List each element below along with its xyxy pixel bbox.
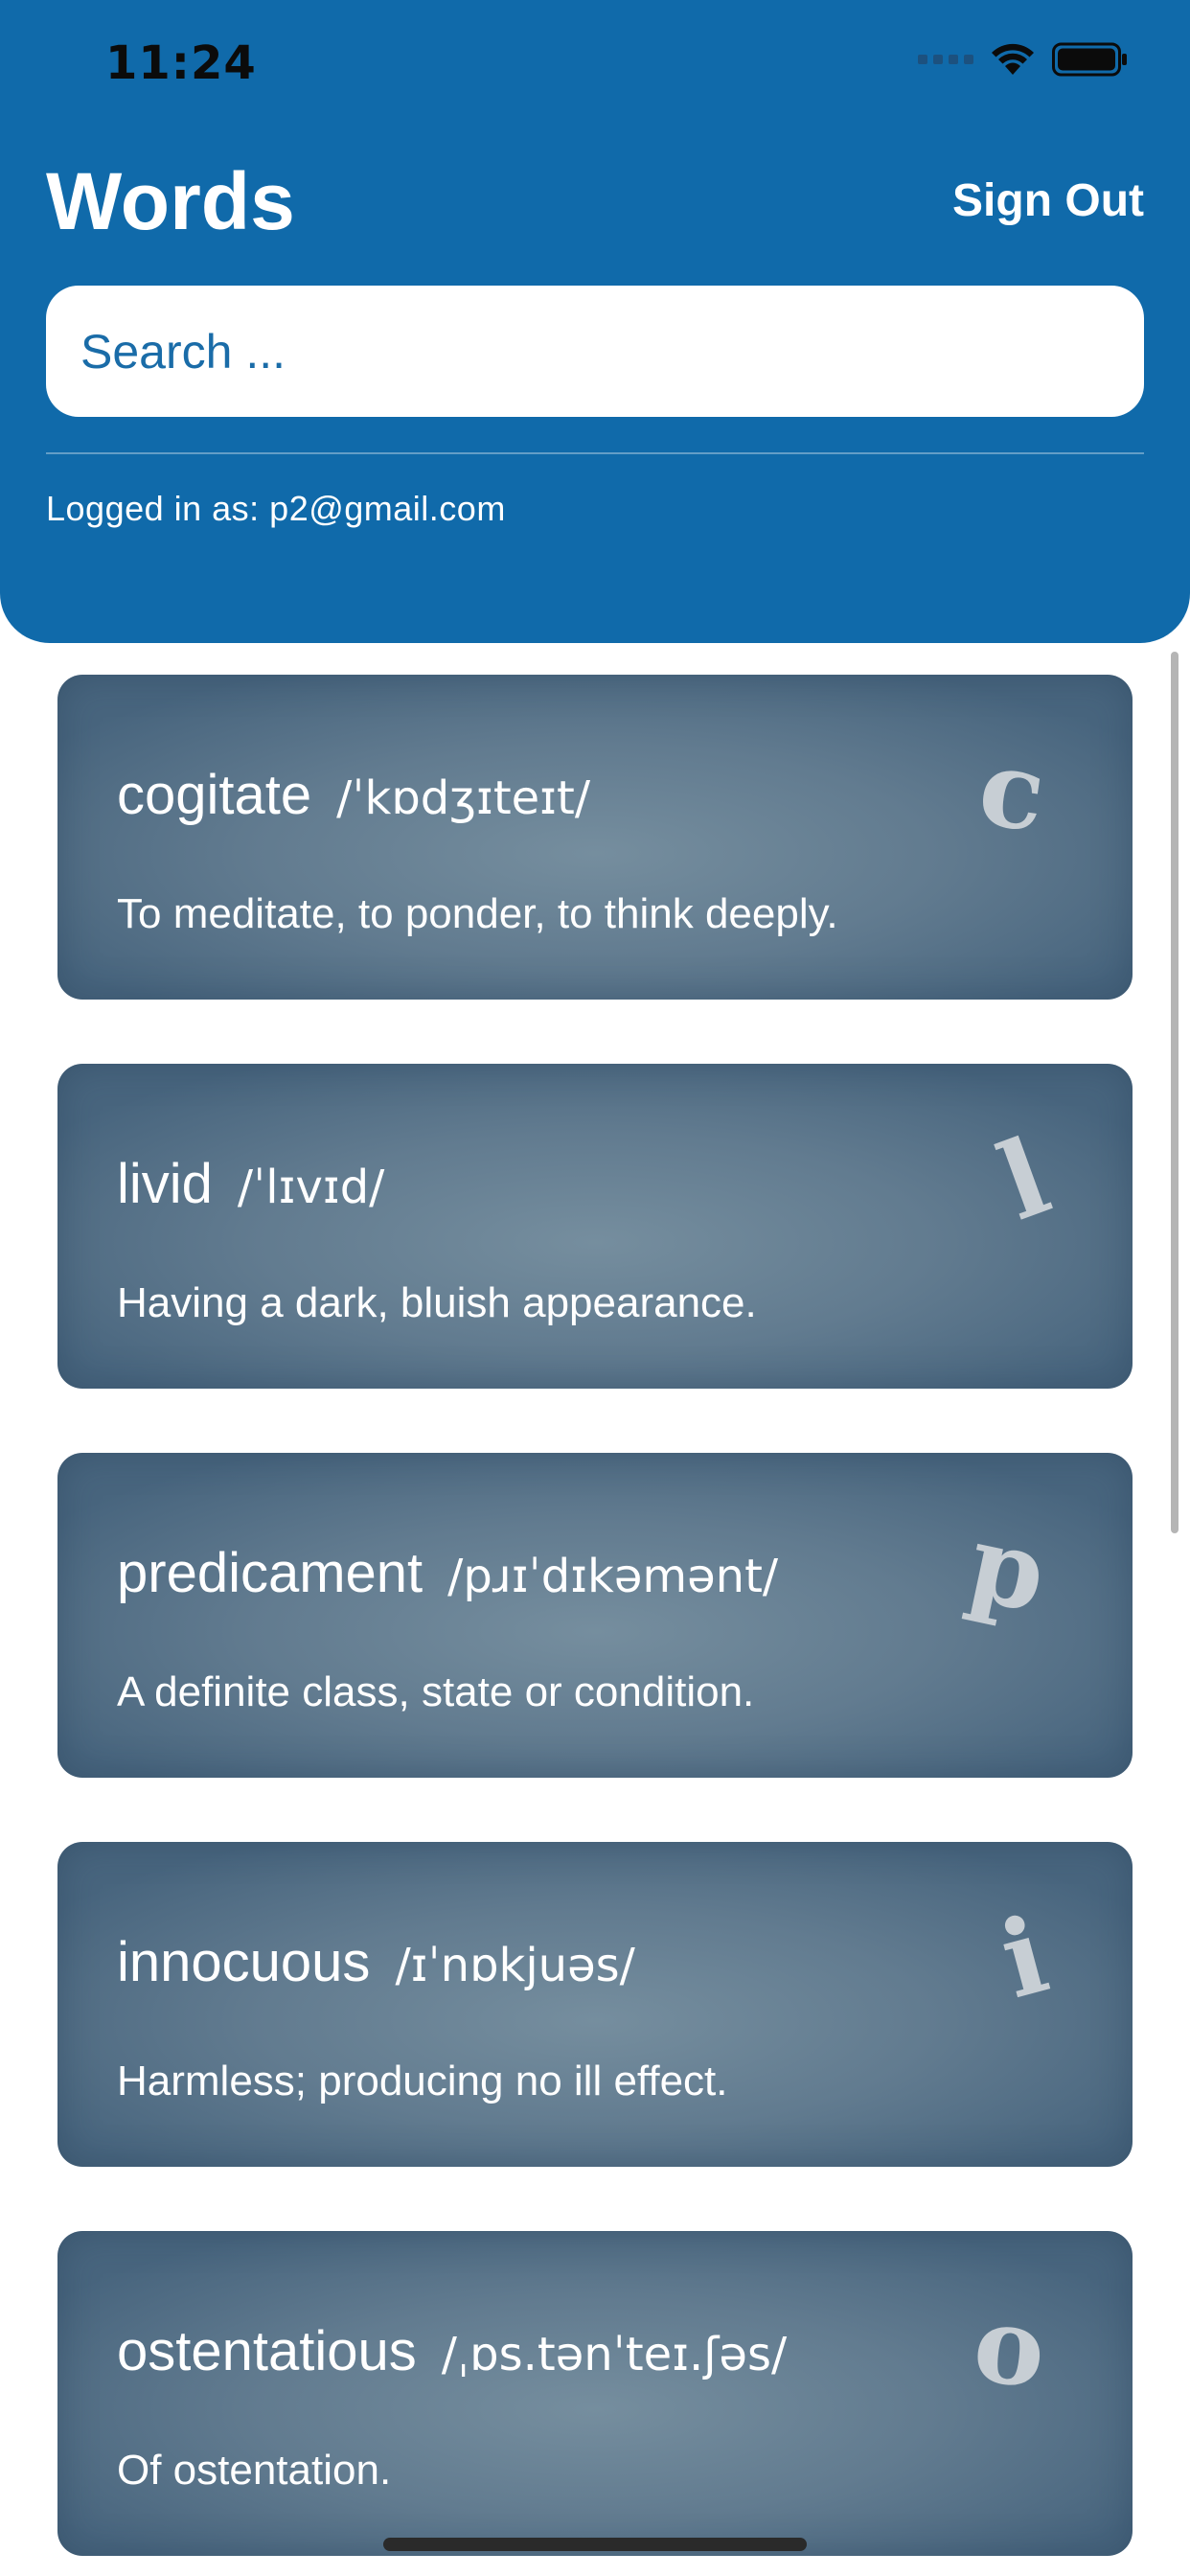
card-phonetic: /ˈkɒdʒɪteɪt/ — [336, 771, 590, 825]
card-letter-badge: l — [984, 1114, 1064, 1245]
card-letter-badge: p — [958, 1500, 1057, 1637]
card-letter-badge: o — [968, 2281, 1051, 2412]
card-word: predicament — [117, 1542, 423, 1604]
card-word: cogitate — [117, 764, 312, 826]
card-word: ostentatious — [117, 2320, 417, 2382]
card-header: ostentatious /ˌɒs.tənˈteɪ.ʃəs/ — [117, 2319, 787, 2383]
card-header: cogitate /ˈkɒdʒɪteɪt/ — [117, 763, 590, 827]
card-phonetic: /ˈlɪvɪd/ — [237, 1161, 385, 1214]
card-word: livid — [117, 1153, 213, 1215]
scrollbar[interactable] — [1171, 652, 1179, 1533]
card-definition: Harmless; producing no ill effect. — [117, 2058, 728, 2104]
wifi-icon — [991, 42, 1035, 77]
card-definition: Of ostentation. — [117, 2447, 392, 2494]
card-header: predicament /pɹɪˈdɪkəmənt/ — [117, 1541, 778, 1605]
status-icons — [918, 42, 1129, 77]
word-card[interactable]: ostentatious /ˌɒs.tənˈteɪ.ʃəs/ Of ostent… — [57, 2231, 1133, 2556]
card-definition: Having a dark, bluish appearance. — [117, 1279, 757, 1326]
words-screen: 11:24 Words Sign Out Search ... Logged i… — [0, 0, 1190, 2576]
word-list[interactable]: cogitate /ˈkɒdʒɪteɪt/ To meditate, to po… — [0, 643, 1190, 2576]
card-header: innocuous /ɪˈnɒkjuəs/ — [117, 1930, 635, 1994]
card-phonetic: /ˌɒs.tənˈteɪ.ʃəs/ — [441, 2328, 788, 2381]
card-definition: A definite class, state or condition. — [117, 1668, 755, 1715]
page-title: Words — [46, 156, 295, 246]
home-indicator[interactable] — [383, 2538, 807, 2551]
card-header: livid /ˈlɪvɪd/ — [117, 1152, 384, 1216]
word-card[interactable]: cogitate /ˈkɒdʒɪteɪt/ To meditate, to po… — [57, 675, 1133, 1000]
card-definition: To meditate, to ponder, to think deeply. — [117, 890, 838, 937]
sign-out-button[interactable]: Sign Out — [952, 174, 1144, 227]
card-phonetic: /ɪˈnɒkjuəs/ — [395, 1939, 635, 1992]
signal-icon — [918, 55, 973, 64]
header-divider — [46, 452, 1144, 454]
battery-icon — [1052, 42, 1129, 77]
word-card[interactable]: predicament /pɹɪˈdɪkəmənt/ A definite cl… — [57, 1453, 1133, 1778]
card-letter-badge: i — [989, 1892, 1060, 2023]
search-input[interactable] — [80, 286, 1106, 417]
status-time: 11:24 — [105, 36, 257, 90]
word-card[interactable]: innocuous /ɪˈnɒkjuəs/ Harmless; producin… — [57, 1842, 1133, 2167]
card-letter-badge: c — [972, 724, 1053, 857]
card-word: innocuous — [117, 1931, 371, 1993]
logged-in-label: Logged in as: p2@gmail.com — [46, 489, 506, 528]
search-box[interactable] — [46, 286, 1144, 417]
card-phonetic: /pɹɪˈdɪkəmənt/ — [447, 1550, 779, 1603]
header: 11:24 Words Sign Out Search ... Logged i… — [0, 0, 1190, 643]
word-card[interactable]: livid /ˈlɪvɪd/ Having a dark, bluish app… — [57, 1064, 1133, 1389]
